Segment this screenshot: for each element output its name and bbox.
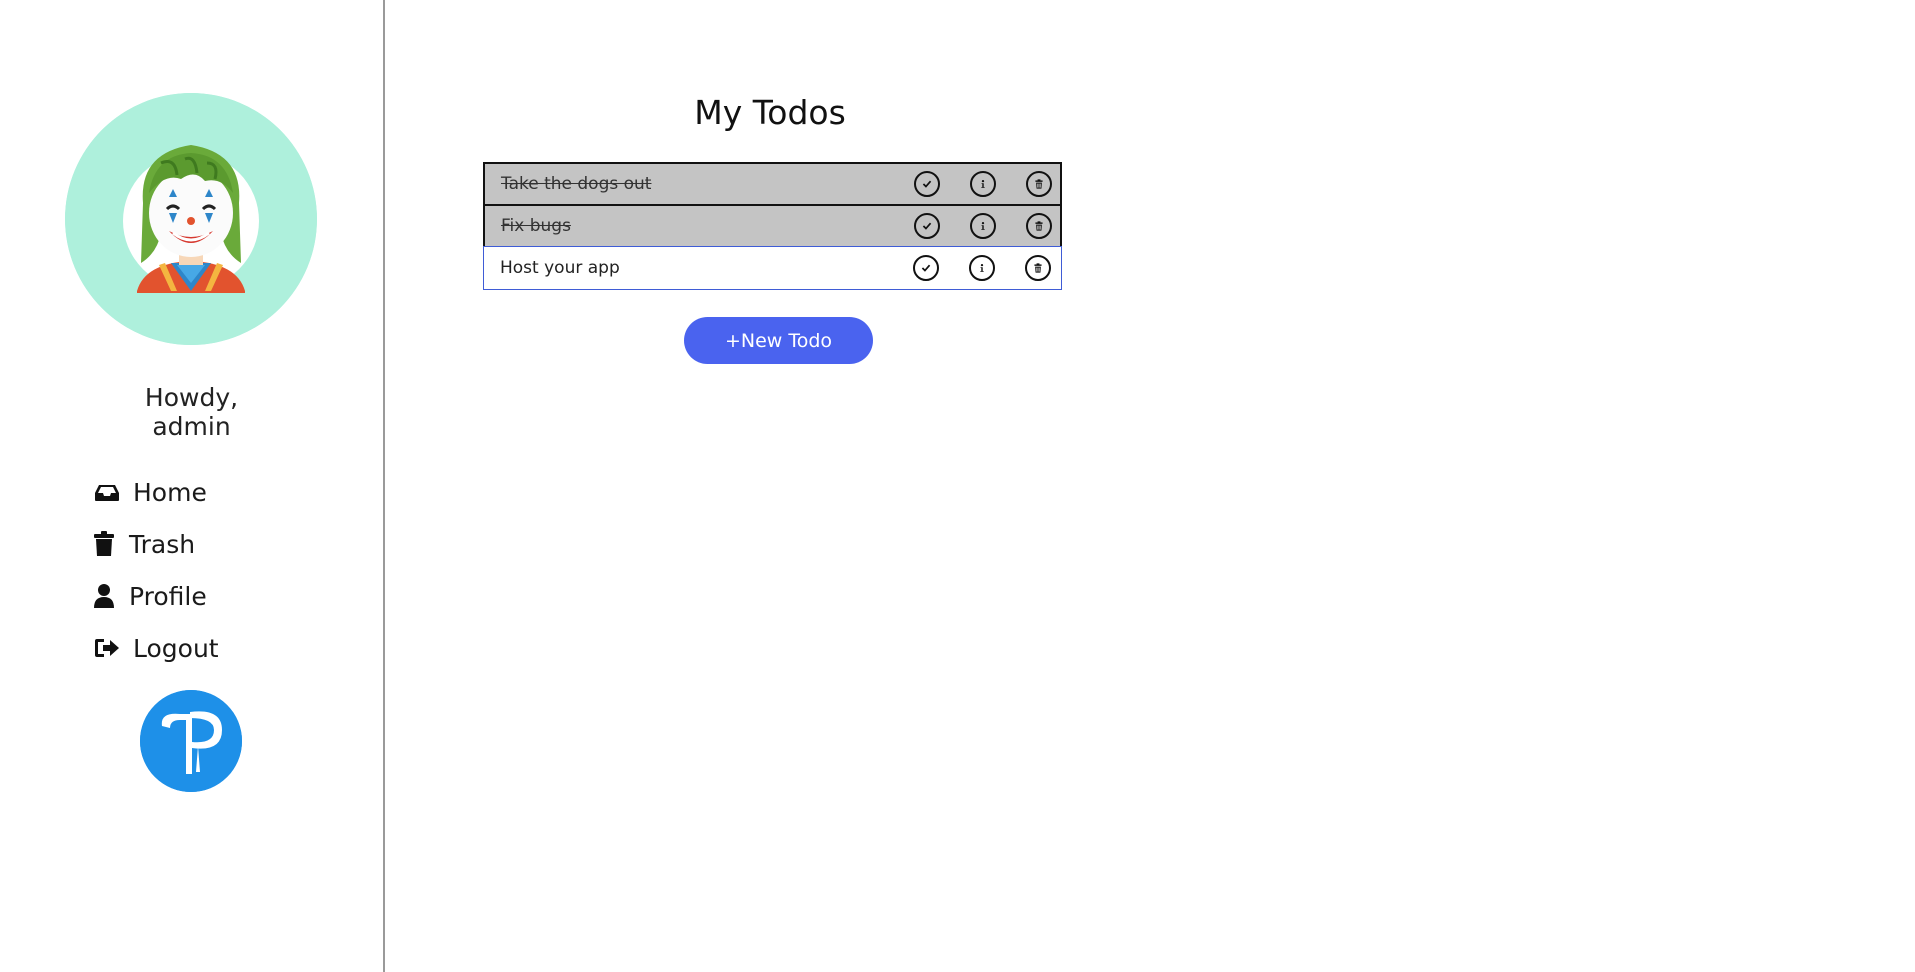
delete-button[interactable]: [1025, 255, 1051, 281]
sign-out-icon: [93, 634, 121, 662]
sidebar-item-logout[interactable]: Logout: [93, 622, 219, 674]
delete-button[interactable]: [1026, 213, 1052, 239]
avatar: [65, 93, 317, 345]
todo-item[interactable]: Take the dogs out: [483, 162, 1062, 206]
sidebar: Howdy, admin Home Trash Profile Logout: [0, 0, 385, 972]
info-button[interactable]: [970, 171, 996, 197]
trash-icon: [93, 530, 115, 558]
page-title: My Todos: [694, 93, 846, 132]
todo-text: Take the dogs out: [501, 174, 652, 194]
sidebar-nav: Home Trash Profile Logout: [93, 466, 219, 674]
complete-button[interactable]: [913, 255, 939, 281]
sidebar-item-profile[interactable]: Profile: [93, 570, 219, 622]
trash-icon: [1035, 221, 1043, 231]
todo-item[interactable]: Host your app: [483, 246, 1062, 290]
greeting-username: admin: [152, 412, 231, 441]
new-todo-button[interactable]: +New Todo: [684, 317, 873, 364]
joker-avatar-image: [65, 93, 317, 345]
info-icon: [981, 180, 985, 188]
todo-text: Fix bugs: [501, 216, 571, 236]
check-icon: [922, 180, 932, 188]
todo-text: Host your app: [500, 258, 620, 278]
inbox-icon: [93, 478, 121, 506]
trash-icon: [1035, 179, 1043, 189]
todo-actions: [913, 255, 1081, 281]
todo-actions: [914, 213, 1082, 239]
greeting-line-1: Howdy,: [144, 383, 239, 412]
sidebar-item-label: Logout: [133, 633, 219, 663]
sidebar-item-home[interactable]: Home: [93, 466, 219, 518]
check-icon: [921, 264, 931, 272]
info-icon: [980, 264, 984, 272]
trash-icon: [1034, 263, 1042, 273]
complete-button[interactable]: [914, 171, 940, 197]
todo-item[interactable]: Fix bugs: [483, 204, 1062, 248]
info-button[interactable]: [969, 255, 995, 281]
sidebar-item-label: Profile: [129, 581, 207, 611]
app-root: Howdy, admin Home Trash Profile Logout M…: [0, 0, 1915, 972]
info-icon: [981, 222, 985, 230]
complete-button[interactable]: [914, 213, 940, 239]
sidebar-item-trash[interactable]: Trash: [93, 518, 219, 570]
todo-list: Take the dogs out Fix bugs Host your app: [483, 162, 1062, 290]
brand-logo: [140, 690, 242, 792]
delete-button[interactable]: [1026, 171, 1052, 197]
info-button[interactable]: [970, 213, 996, 239]
todo-actions: [914, 171, 1082, 197]
greeting: Howdy, admin: [0, 383, 383, 441]
check-icon: [922, 222, 932, 230]
sidebar-item-label: Trash: [129, 529, 196, 559]
sidebar-item-label: Home: [133, 477, 207, 507]
user-icon: [93, 582, 115, 610]
